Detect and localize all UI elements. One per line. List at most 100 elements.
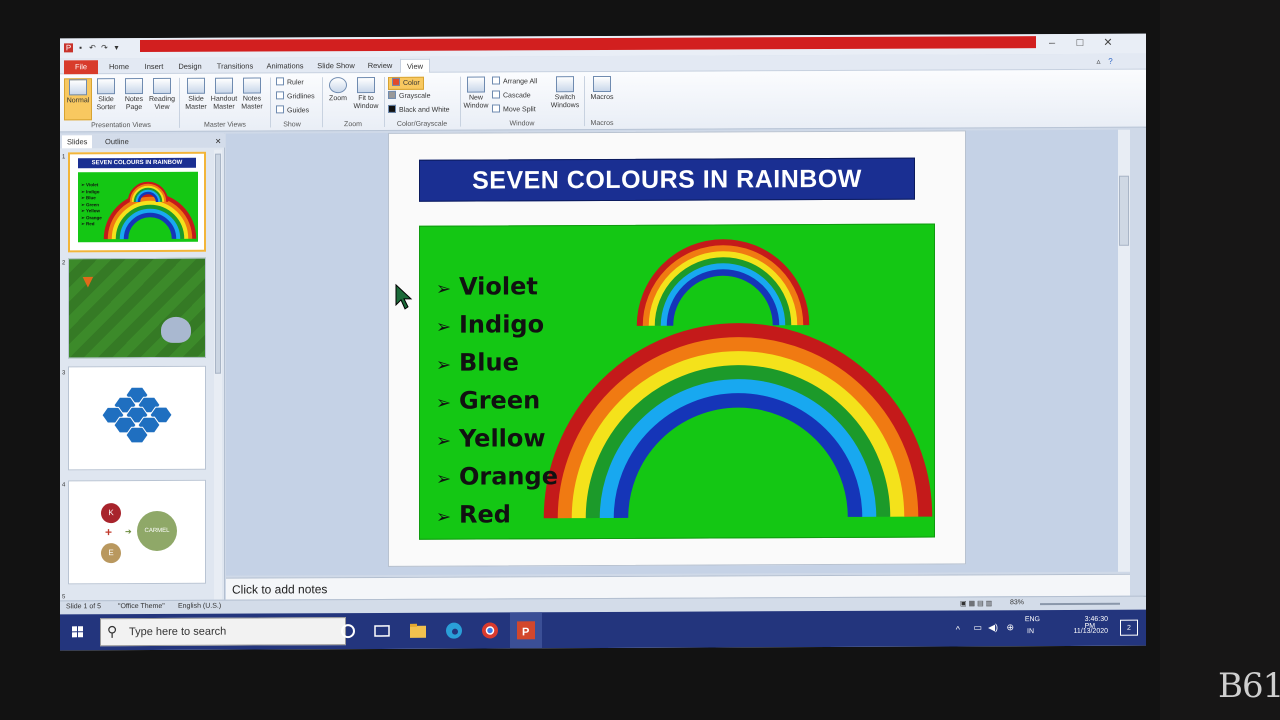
edge-icon[interactable] [442,619,466,643]
slide-title[interactable]: SEVEN COLOURS IN RAINBOW [419,157,915,202]
notes-page-button[interactable]: Notes Page [120,78,148,112]
slide-thumbnail-1[interactable]: SEVEN COLOURS IN RAINBOW ➢ Violet ➢ Indig… [68,151,206,253]
circle-carmel: CARMEL [137,510,177,552]
tab-slide-show[interactable]: Slide Show [314,59,358,73]
language-top[interactable]: ENG [1025,616,1040,623]
canvas-scrollbar[interactable] [1118,129,1130,572]
taskbar-search[interactable]: ⚲ Type here to search [100,617,346,647]
photo-frame: P ▪ ↶ ↷ ▾ – □ ✕ File Home Insert Design … [0,0,1280,720]
network-icon[interactable]: ⊕ [1006,622,1014,633]
language[interactable]: English (U.S.) [178,603,221,610]
bullet-arrow-icon: ➢ [436,506,452,528]
panel-scrollbar[interactable] [214,149,222,600]
hexagon-cluster-icon [101,386,173,444]
notes-master-button[interactable]: Notes Master [238,77,266,111]
tab-outline[interactable]: Outline [100,135,134,148]
tab-slides[interactable]: Slides [62,135,93,149]
save-icon[interactable]: ▪ [76,43,85,52]
slide-1[interactable]: SEVEN COLOURS IN RAINBOW ➢ Violet ➢ Indigo ➢… [388,130,966,567]
clock-date[interactable]: 11/13/2020 [1073,628,1108,635]
slide-sorter-label-2: Sorter [96,104,116,112]
redo-icon[interactable]: ↷ [100,43,109,52]
gridlines-label: Gridlines [287,93,315,101]
notes-page-icon [125,78,143,95]
slide-thumbnail-3[interactable] [68,365,206,471]
battery-icon[interactable]: ▭ [973,622,982,633]
thumb-green-panel: ➢ Violet ➢ Indigo ➢ Blue ➢ Green ➢ Yellow ➢ O… [78,171,198,243]
slide-sorter-icon [97,78,115,95]
magnifier-icon [329,77,347,94]
notification-icon[interactable]: 2 [1120,619,1138,636]
tab-insert[interactable]: Insert [138,60,170,74]
chrome-icon[interactable] [478,618,502,642]
mouse-cursor-icon [395,283,413,310]
show-hidden-icons-icon[interactable]: ^ [956,624,960,634]
black-and-white-button[interactable]: Black and White [388,104,450,116]
tab-design[interactable]: Design [174,60,206,74]
language-bottom[interactable]: IN [1027,628,1034,635]
ribbon-separator [270,77,271,128]
ribbon-minimize-icon[interactable]: ▵ [1094,57,1103,66]
zoom-slider[interactable] [1040,602,1120,606]
zoom-level[interactable]: 83% [1010,599,1024,606]
normal-view-icon [69,79,87,96]
cascade-label: Cascade [503,92,531,100]
fit-to-window-button[interactable]: Fit to Window [352,76,380,111]
arrange-all-button[interactable]: Arrange All [492,76,537,87]
undo-icon[interactable]: ↶ [88,43,97,52]
powerpoint-taskbar-button[interactable]: P [510,612,542,649]
new-window-button[interactable]: New Window [462,76,490,110]
move-split-button[interactable]: Move Split [492,104,536,115]
grayscale-icon [388,90,396,99]
slide-master-button[interactable]: Slide Master [182,77,210,112]
canvas-scroll-thumb[interactable] [1119,175,1129,246]
macros-button[interactable]: Macros [588,75,616,102]
reading-view-button[interactable]: Reading View [148,77,176,112]
slide-sorter-label-1: Slide [98,96,114,104]
notes-placeholder[interactable]: Click to add notes [232,582,327,596]
tab-animations[interactable]: Animations [262,59,308,73]
switch-label-2: Windows [550,102,580,110]
help-icon[interactable]: ? [1106,57,1115,66]
powerpoint-window: P ▪ ↶ ↷ ▾ – □ ✕ File Home Insert Design … [60,33,1146,651]
handout-master-button[interactable]: Handout Master [210,77,238,112]
panel-close-icon[interactable]: ✕ [210,135,226,148]
thumb-rainbow [103,181,197,240]
switch-windows-button[interactable]: Switch Windows [548,76,582,110]
slide-thumbnail-4[interactable]: K + ➔ E CARMEL [68,479,206,585]
task-view-icon[interactable] [370,619,394,643]
color-item-green: ➢ Green [436,386,540,417]
tab-file[interactable]: File [64,60,98,75]
windows-start-icon[interactable] [60,614,96,650]
file-explorer-icon[interactable] [406,619,430,643]
customize-qat-icon[interactable]: ▾ [112,43,121,52]
green-content-box[interactable]: ➢ Violet ➢ Indigo ➢ Blue ➢ Green ➢ Yellow ➢ Orange ➢… [419,223,935,540]
macros-label: Macros [590,93,614,102]
ruler-checkbox[interactable]: Ruler [276,77,304,88]
cortana-icon[interactable] [336,619,360,643]
slide-sorter-button[interactable]: Slide Sorter [92,78,120,112]
volume-icon[interactable]: ◀) [988,622,998,633]
zoom-button[interactable]: Zoom [324,77,352,103]
panel-scroll-thumb[interactable] [215,153,221,374]
close-button[interactable]: ✕ [1094,35,1122,51]
tab-review[interactable]: Review [364,59,396,73]
grayscale-button[interactable]: Grayscale [388,90,431,102]
cascade-button[interactable]: Cascade [492,90,531,101]
minimize-button[interactable]: – [1038,35,1066,51]
slide-count: Slide 1 of 5 [66,603,102,611]
tab-home[interactable]: Home [104,60,134,74]
view-buttons[interactable]: ▣ ▦ ▤ ▥ [960,599,992,607]
normal-view-button[interactable]: Normal [64,78,92,121]
tab-transitions[interactable]: Transitions [212,60,258,74]
svg-text:P: P [522,626,529,638]
guides-checkbox[interactable]: Guides [276,105,309,116]
ribbon-separator [460,76,461,127]
tab-view[interactable]: View [400,58,430,73]
notes-page-label-2: Page [125,104,143,112]
slide-thumbnail-2[interactable]: ▼ [68,257,206,359]
gridlines-checkbox[interactable]: Gridlines [276,91,315,102]
color-button[interactable]: Color [388,76,424,90]
slide-number: 1 [62,154,66,161]
maximize-button[interactable]: □ [1066,35,1094,51]
